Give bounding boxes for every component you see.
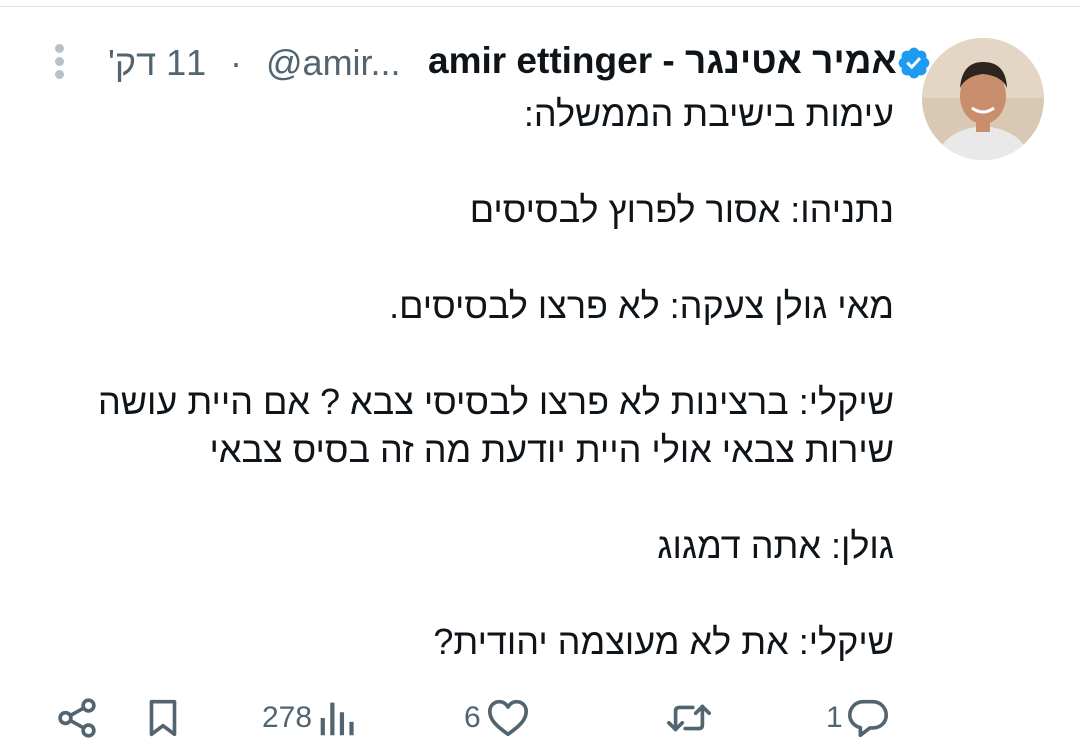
like-button[interactable]: 6 bbox=[464, 690, 531, 746]
avatar[interactable] bbox=[922, 38, 1044, 160]
divider bbox=[0, 6, 1080, 7]
author-handle[interactable]: @amir... bbox=[266, 42, 401, 84]
tweet-card: 11 דק' · @amir... amir ettinger - אמיר א… bbox=[0, 0, 1080, 754]
tweet-header: 11 דק' · @amir... amir ettinger - אמיר א… bbox=[40, 36, 930, 86]
tweet-timestamp[interactable]: 11 דק' bbox=[108, 42, 206, 84]
heart-icon bbox=[487, 699, 528, 737]
retweet-icon bbox=[667, 704, 711, 732]
bookmark-icon bbox=[149, 699, 177, 737]
reply-count: 1 bbox=[826, 701, 843, 734]
views-button[interactable]: 278 bbox=[262, 690, 356, 746]
tweet-line: שיקלי: את לא מעוצמה יהודית? bbox=[433, 621, 894, 662]
tweet-line-blank bbox=[94, 138, 894, 186]
separator-dot: · bbox=[230, 42, 242, 83]
view-count: 278 bbox=[262, 701, 313, 734]
tweet-line: שירות צבאי אולי היית יודעת מה זה בסיס צב… bbox=[209, 429, 894, 470]
tweet-line-blank bbox=[94, 474, 894, 522]
tweet-line: גולן: אתה דמגוג bbox=[657, 525, 894, 566]
tweet-line: עימות בישיבת הממשלה: bbox=[523, 93, 894, 134]
action-bar: 278 6 1 bbox=[40, 690, 900, 746]
tweet-line-blank bbox=[94, 570, 894, 618]
bookmark-button[interactable] bbox=[140, 690, 186, 746]
author-display-name[interactable]: amir ettinger - אמיר אטינגר bbox=[428, 40, 897, 82]
more-vertical-icon[interactable] bbox=[50, 42, 70, 82]
reply-icon bbox=[847, 699, 888, 738]
retweet-button[interactable] bbox=[664, 690, 714, 746]
share-button[interactable] bbox=[54, 690, 100, 746]
share-icon bbox=[58, 698, 96, 738]
views-chart-icon bbox=[320, 702, 354, 736]
like-count: 6 bbox=[464, 701, 481, 734]
tweet-line: נתניהו: אסור לפרוץ לבסיסים bbox=[469, 189, 894, 230]
tweet-line: מאי גולן צעקה: לא פרצו לבסיסים. bbox=[389, 285, 894, 326]
tweet-text: עימות בישיבת הממשלה: נתניהו: אסור לפרוץ … bbox=[94, 90, 894, 666]
tweet-line: שיקלי: ברצינות לא פרצו לבסיסי צבא ? אם ה… bbox=[97, 381, 894, 422]
verified-badge-icon bbox=[898, 47, 930, 79]
tweet-line-blank bbox=[94, 330, 894, 378]
tweet-line-blank bbox=[94, 234, 894, 282]
reply-button[interactable]: 1 bbox=[826, 690, 891, 746]
